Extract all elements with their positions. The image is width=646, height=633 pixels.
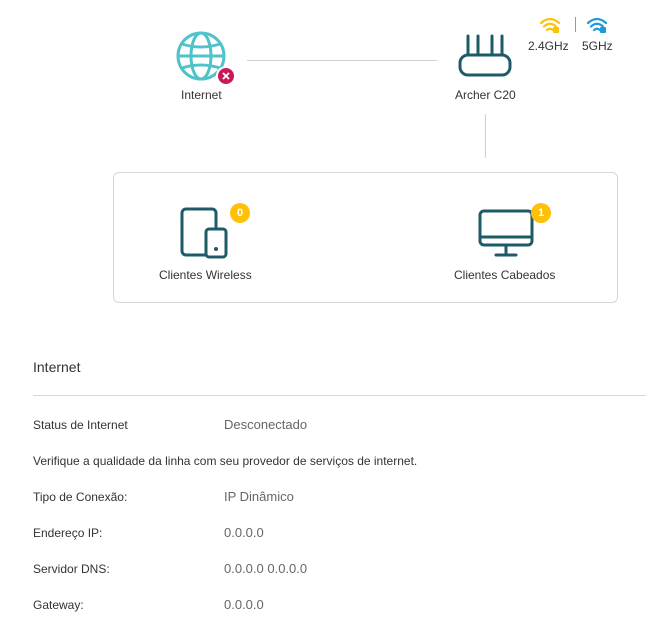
wireless-device-icon	[180, 207, 228, 259]
band-divider	[575, 17, 576, 32]
wireless-clients-label: Clientes Wireless	[159, 268, 252, 282]
wired-count-badge: 1	[531, 203, 551, 223]
connection-line	[247, 60, 437, 61]
router-label: Archer C20	[455, 88, 516, 102]
band-24ghz-label: 2.4GHz	[528, 39, 569, 53]
connection-line-vertical	[485, 114, 486, 158]
connection-type-value: IP Dinâmico	[224, 489, 294, 504]
band-24ghz[interactable]: 2.4GHz	[528, 16, 572, 56]
section-title: Internet	[33, 359, 81, 375]
gateway-label: Gateway:	[33, 598, 84, 612]
section-divider	[33, 395, 646, 396]
router-icon	[458, 34, 512, 77]
line-quality-notice: Verifique a qualidade da linha com seu p…	[33, 454, 418, 468]
wired-clients-label: Clientes Cabeados	[454, 268, 556, 282]
ip-address-value: 0.0.0.0	[224, 525, 264, 540]
wired-clients[interactable]: 1	[478, 203, 554, 259]
internet-label: Internet	[181, 88, 222, 102]
error-x-icon	[216, 66, 236, 86]
dns-server-label: Servidor DNS:	[33, 562, 110, 576]
band-5ghz-label: 5GHz	[582, 39, 613, 53]
wifi-5ghz-icon	[586, 17, 608, 33]
ip-address-label: Endereço IP:	[33, 526, 103, 540]
band-5ghz[interactable]: 5GHz	[582, 16, 618, 56]
router-node[interactable]	[456, 33, 514, 79]
status-value: Desconectado	[224, 417, 308, 432]
wireless-clients[interactable]: 0	[180, 203, 250, 259]
wireless-count-badge: 0	[230, 203, 250, 223]
gateway-value: 0.0.0.0	[224, 597, 264, 612]
connection-type-label: Tipo de Conexão:	[33, 490, 128, 504]
dns-server-value: 0.0.0.0 0.0.0.0	[224, 561, 308, 576]
status-label: Status de Internet	[33, 418, 128, 432]
internet-node[interactable]	[173, 30, 236, 86]
monitor-icon	[478, 209, 534, 257]
wifi-24ghz-icon	[539, 17, 561, 33]
